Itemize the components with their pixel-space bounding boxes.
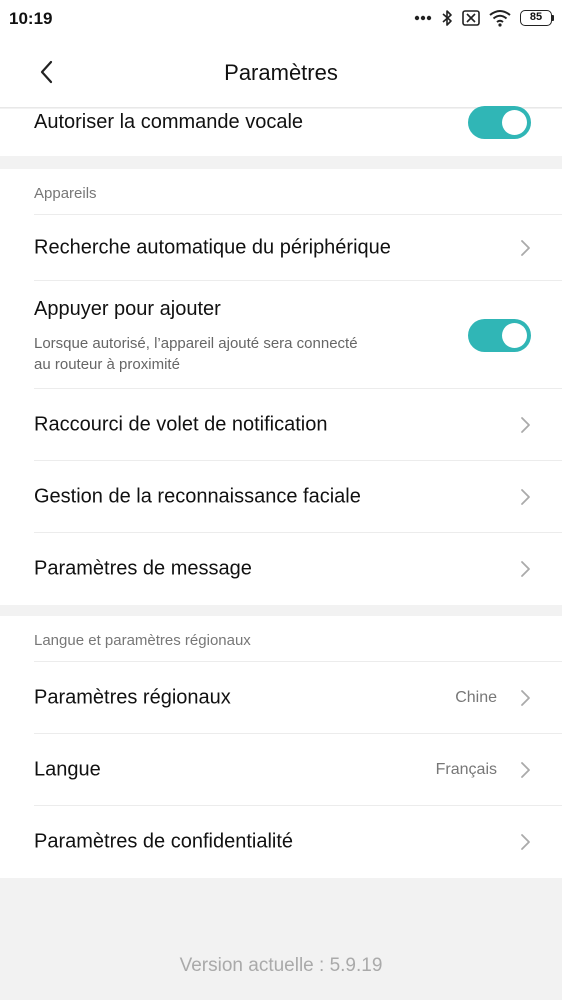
- auto-search-row[interactable]: Recherche automatique du périphérique: [34, 215, 562, 281]
- row-label: Paramètres de confidentialité: [34, 830, 294, 853]
- row-label: Paramètres de message: [34, 557, 252, 580]
- row-title: Appuyer pour ajouter: [34, 298, 221, 320]
- language-row[interactable]: Langue Français: [34, 734, 562, 806]
- wifi-icon: [489, 10, 511, 27]
- face-recognition-row[interactable]: Gestion de la reconnaissance faciale: [34, 461, 562, 533]
- toggle-knob: [502, 110, 527, 135]
- section-title: Langue et paramètres régionaux: [34, 632, 251, 649]
- chevron-right-icon: [521, 689, 530, 706]
- chevron-right-icon: [521, 761, 530, 778]
- row-label: Recherche automatique du périphérique: [34, 236, 391, 258]
- language-section: Langue et paramètres régionaux Paramètre…: [0, 616, 562, 878]
- row-label: Raccourci de volet de notification: [34, 413, 328, 435]
- row-value: Chine: [455, 688, 497, 706]
- chevron-right-icon: [521, 488, 530, 505]
- tap-to-add-row: Appuyer pour ajouter Lorsque autorisé, l…: [34, 281, 562, 389]
- section-header-language: Langue et paramètres régionaux: [34, 616, 562, 662]
- status-bar: 10:19 85: [0, 0, 562, 36]
- row-label: Paramètres régionaux: [34, 686, 231, 708]
- regional-settings-row[interactable]: Paramètres régionaux Chine: [34, 662, 562, 734]
- section-header-devices: Appareils: [34, 169, 562, 215]
- bluetooth-icon: [442, 10, 452, 26]
- chevron-right-icon: [521, 834, 530, 850]
- battery-icon: 85: [520, 10, 554, 26]
- row-label: Langue: [34, 758, 101, 780]
- row-value: Français: [435, 760, 497, 778]
- status-icons: 85: [414, 8, 554, 28]
- toggle-knob: [502, 323, 527, 348]
- voice-section: Autoriser la commande vocale: [0, 106, 562, 156]
- voice-command-label: Autoriser la commande vocale: [34, 111, 304, 133]
- page-title: Paramètres: [224, 60, 338, 85]
- section-title: Appareils: [34, 185, 97, 202]
- status-time: 10:19: [9, 9, 53, 28]
- row-description: Lorsque autorisé, l’appareil ajouté sera…: [34, 335, 358, 373]
- message-settings-row[interactable]: Paramètres de message: [34, 533, 562, 605]
- chevron-right-icon: [521, 561, 530, 577]
- chevron-right-icon: [521, 416, 530, 433]
- devices-section: Appareils Recherche automatique du périp…: [0, 169, 562, 605]
- voice-command-toggle[interactable]: [468, 106, 531, 139]
- battery-level: 85: [520, 10, 552, 26]
- no-sim-icon: [462, 10, 480, 26]
- app-header: Paramètres: [0, 36, 562, 108]
- row-label: Gestion de la reconnaissance faciale: [34, 485, 361, 507]
- more-icon: [414, 15, 432, 21]
- notification-shortcut-row[interactable]: Raccourci de volet de notification: [34, 389, 562, 461]
- chevron-right-icon: [521, 239, 530, 256]
- version-text: Version actuelle : 5.9.19: [179, 955, 383, 976]
- privacy-settings-row[interactable]: Paramètres de confidentialité: [34, 806, 562, 878]
- tap-to-add-toggle[interactable]: [468, 319, 531, 352]
